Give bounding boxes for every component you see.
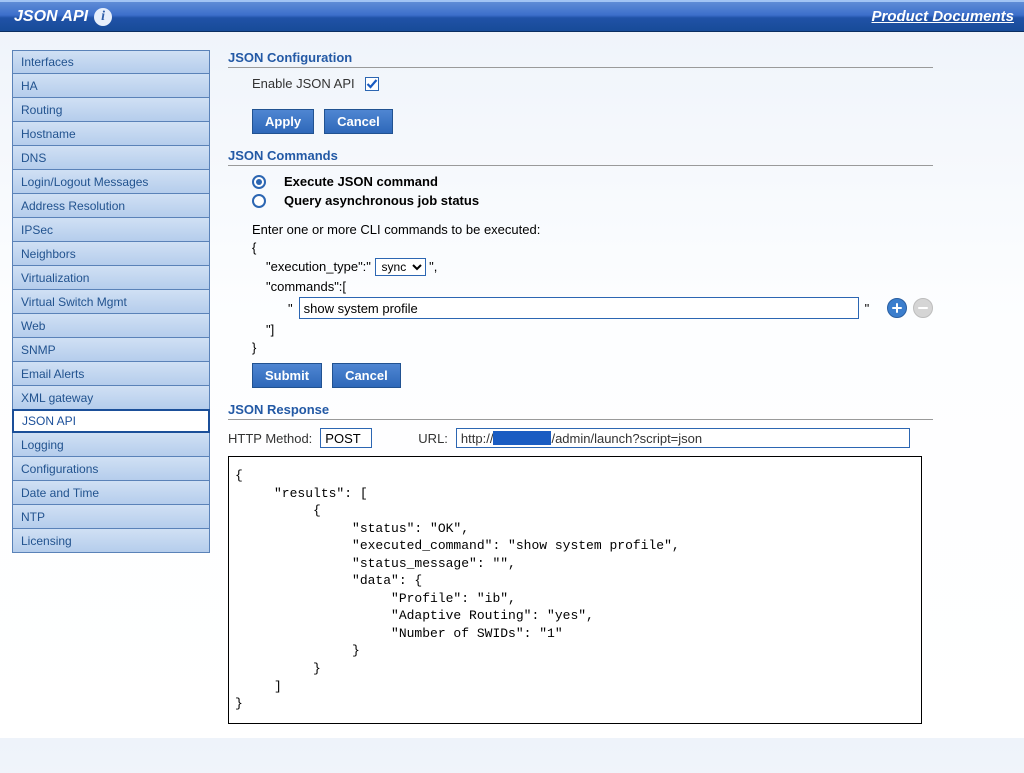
main-content: JSON Configuration Enable JSON API Apply… — [228, 50, 1019, 738]
add-command-button[interactable] — [887, 298, 907, 318]
execution-type-select[interactable]: sync — [375, 258, 426, 276]
url-suffix: /admin/launch?script=json — [551, 431, 702, 446]
json-configuration-section: JSON Configuration Enable JSON API Apply… — [228, 50, 933, 134]
url-field[interactable]: http:// /admin/launch?script=json — [456, 428, 910, 448]
minus-icon — [917, 302, 929, 314]
cancel-commands-button[interactable]: Cancel — [332, 363, 401, 388]
url-redacted-host — [493, 431, 551, 445]
url-prefix: http:// — [461, 431, 494, 446]
radio-execute-command[interactable] — [252, 175, 266, 189]
section-title: JSON Configuration — [228, 50, 933, 68]
product-documents-link[interactable]: Product Documents — [871, 8, 1014, 25]
page-title: JSON API — [14, 8, 88, 26]
url-label: URL: — [418, 431, 448, 446]
json-brace-close: } — [252, 340, 933, 355]
json-response-section: JSON Response HTTP Method: URL: http:// … — [228, 402, 933, 724]
plus-icon — [891, 302, 903, 314]
section-title: JSON Response — [228, 402, 933, 420]
sidebar-item-date-and-time[interactable]: Date and Time — [12, 481, 210, 505]
submit-button[interactable]: Submit — [252, 363, 322, 388]
banner-left: JSON API i — [14, 8, 112, 26]
sidebar-item-hostname[interactable]: Hostname — [12, 122, 210, 146]
exec-type-key: "execution_type":" — [266, 259, 375, 274]
remove-command-button[interactable] — [913, 298, 933, 318]
radio-query-status[interactable] — [252, 194, 266, 208]
response-body: { "results": [ { "status": "OK", "execut… — [228, 456, 922, 724]
quote-close: " — [865, 301, 870, 316]
top-banner: JSON API i Product Documents — [0, 0, 1024, 32]
http-method-label: HTTP Method: — [228, 431, 312, 446]
sidebar-item-virtual-switch-mgmt[interactable]: Virtual Switch Mgmt — [12, 290, 210, 314]
sidebar-item-xml-gateway[interactable]: XML gateway — [12, 386, 210, 410]
sidebar-item-dns[interactable]: DNS — [12, 146, 210, 170]
enable-json-checkbox[interactable] — [365, 77, 379, 91]
command-input[interactable] — [299, 297, 859, 319]
sidebar-item-login-logout-messages[interactable]: Login/Logout Messages — [12, 170, 210, 194]
http-method-field[interactable] — [320, 428, 372, 448]
sidebar-item-ha[interactable]: HA — [12, 74, 210, 98]
sidebar: InterfacesHARoutingHostnameDNSLogin/Logo… — [12, 50, 210, 738]
commands-key-line: "commands":[ — [252, 279, 933, 294]
sidebar-item-licensing[interactable]: Licensing — [12, 529, 210, 553]
json-commands-section: JSON Commands Execute JSON command Query… — [228, 148, 933, 388]
sidebar-item-address-resolution[interactable]: Address Resolution — [12, 194, 210, 218]
section-title: JSON Commands — [228, 148, 933, 166]
close-array-line: "] — [252, 322, 933, 337]
cancel-button[interactable]: Cancel — [324, 109, 393, 134]
sidebar-item-web[interactable]: Web — [12, 314, 210, 338]
sidebar-item-interfaces[interactable]: Interfaces — [12, 50, 210, 74]
sidebar-item-json-api[interactable]: JSON API — [12, 409, 210, 433]
sidebar-item-virtualization[interactable]: Virtualization — [12, 266, 210, 290]
sidebar-item-ntp[interactable]: NTP — [12, 505, 210, 529]
sidebar-item-logging[interactable]: Logging — [12, 433, 210, 457]
sidebar-item-configurations[interactable]: Configurations — [12, 457, 210, 481]
sidebar-item-snmp[interactable]: SNMP — [12, 338, 210, 362]
sidebar-item-ipsec[interactable]: IPSec — [12, 218, 210, 242]
commands-instruction: Enter one or more CLI commands to be exe… — [252, 222, 933, 237]
exec-type-suffix: ", — [429, 259, 437, 274]
json-brace-open: { — [252, 240, 933, 255]
sidebar-item-email-alerts[interactable]: Email Alerts — [12, 362, 210, 386]
sidebar-item-neighbors[interactable]: Neighbors — [12, 242, 210, 266]
enable-json-label: Enable JSON API — [252, 76, 355, 91]
radio-query-label: Query asynchronous job status — [284, 193, 479, 208]
quote-open: " — [288, 301, 293, 316]
apply-button[interactable]: Apply — [252, 109, 314, 134]
info-icon[interactable]: i — [94, 8, 112, 26]
check-icon — [366, 78, 378, 90]
execution-type-line: "execution_type":" sync ", — [252, 258, 933, 276]
radio-execute-label: Execute JSON command — [284, 174, 438, 189]
sidebar-item-routing[interactable]: Routing — [12, 98, 210, 122]
